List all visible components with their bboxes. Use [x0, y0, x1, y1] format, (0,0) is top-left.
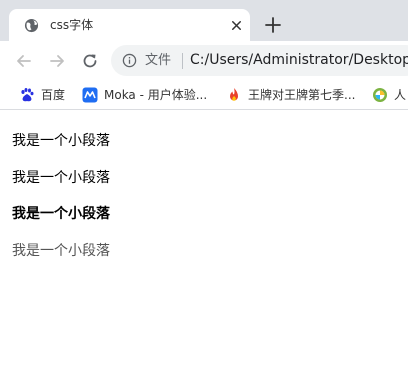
- close-icon[interactable]: [229, 18, 244, 33]
- paragraph-normal-2: 我是一个小段落: [12, 170, 110, 186]
- paragraph-normal: 我是一个小段落: [12, 133, 110, 149]
- reload-button[interactable]: [80, 51, 100, 71]
- security-label: 文件: [145, 53, 172, 68]
- moka-icon: [82, 87, 98, 103]
- page-content: 我是一个小段落 我是一个小段落 我是一个小段落 我是一个小段落: [0, 111, 408, 379]
- baidu-paw-icon: [19, 87, 35, 103]
- arrow-left-icon: [17, 55, 31, 67]
- divider: [182, 53, 183, 69]
- url-text[interactable]: C:/Users/Administrator/Desktop/: [190, 51, 408, 70]
- bookmark-label: 百度: [41, 88, 66, 102]
- globe-icon: [24, 18, 39, 33]
- info-icon[interactable]: [122, 53, 137, 68]
- paragraph-bold: 我是一个小段落: [12, 206, 110, 222]
- new-tab-button[interactable]: [263, 15, 283, 35]
- tab-active[interactable]: css字体: [9, 9, 250, 41]
- browser-window: css字体 文件 C:/Users/Administrator/Desktop/…: [0, 0, 408, 379]
- tab-strip: css字体: [0, 0, 408, 41]
- back-button[interactable]: [14, 51, 34, 71]
- tab-title: css字体: [50, 18, 94, 32]
- forward-button[interactable]: [47, 51, 67, 71]
- paragraph-light: 我是一个小段落: [12, 243, 110, 259]
- reload-icon: [83, 54, 97, 68]
- plus-icon: [265, 17, 281, 33]
- bookmark-label: 人: [394, 88, 407, 102]
- pinwheel-icon: [372, 87, 388, 103]
- arrow-right-icon: [50, 55, 64, 67]
- bookmark-label: 王牌对王牌第七季...: [248, 88, 356, 102]
- bookmarks-bar: 百度 Moka - 用户体验... 王牌对王牌第七季... 人: [0, 80, 408, 110]
- flame-icon: [226, 87, 242, 103]
- toolbar: 文件 C:/Users/Administrator/Desktop/: [0, 41, 408, 80]
- address-bar[interactable]: 文件 C:/Users/Administrator/Desktop/: [111, 45, 408, 76]
- bookmark-label: Moka - 用户体验...: [104, 88, 208, 102]
